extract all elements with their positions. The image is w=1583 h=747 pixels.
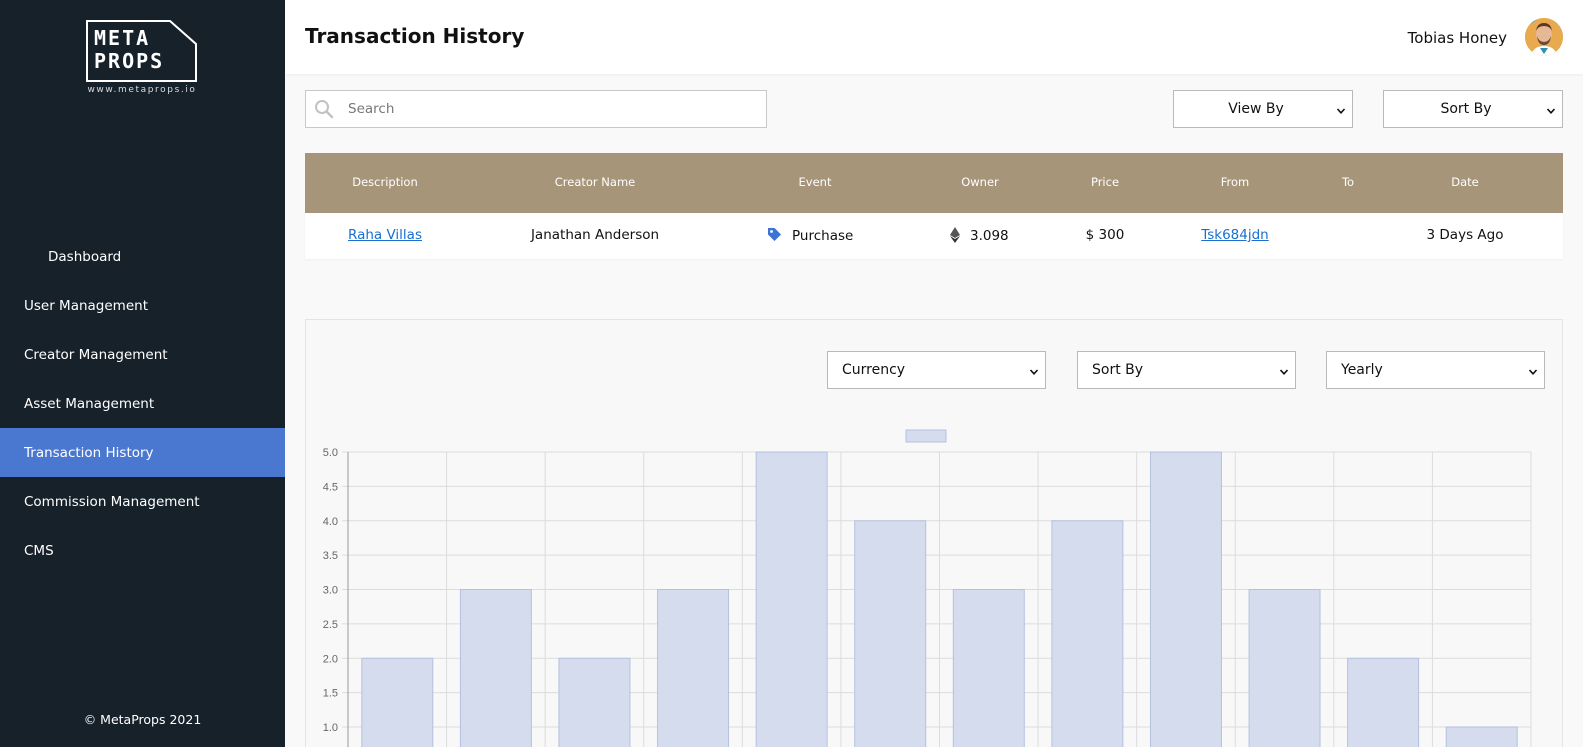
- event-label: Purchase: [792, 228, 854, 244]
- y-tick-label: 1.0: [323, 722, 338, 734]
- view-by-label: View By: [1228, 101, 1284, 117]
- chart-panel: Currency Sort By Yearly 5.0 4.5 4.0 3.5 3.0 2…: [305, 319, 1563, 747]
- bar: [1347, 657, 1420, 747]
- tag-icon: [767, 227, 782, 246]
- bar: [657, 589, 730, 747]
- copyright: © MetaProps 2021: [83, 712, 202, 727]
- column-header-description: Description: [352, 175, 418, 189]
- sidebar-item-cms[interactable]: CMS: [0, 526, 285, 575]
- y-tick-label: 4.0: [323, 516, 338, 528]
- sort-by-label: Sort By: [1440, 101, 1492, 117]
- view-by-select[interactable]: View By: [1173, 90, 1353, 128]
- chevron-down-icon: [1336, 104, 1346, 114]
- page-title: Transaction History: [305, 24, 525, 48]
- description-link[interactable]: Raha Villas: [335, 227, 435, 243]
- bar: [755, 451, 828, 747]
- y-tick-label: 4.5: [323, 481, 338, 493]
- transaction-table: Description Creator Name Event Owner Pri…: [305, 153, 1563, 259]
- y-tick-label: 3.0: [323, 585, 338, 597]
- bar: [1445, 726, 1518, 747]
- column-header-event: Event: [798, 175, 832, 189]
- search-input[interactable]: [348, 91, 758, 127]
- bar: [1149, 451, 1222, 747]
- chevron-down-icon: [1546, 104, 1556, 114]
- sidebar-item-user-management[interactable]: User Management: [0, 281, 285, 330]
- bar: [1051, 520, 1124, 747]
- sidebar-item-transaction-history[interactable]: Transaction History: [0, 428, 285, 477]
- sidebar-item-commission-management[interactable]: Commission Management: [0, 477, 285, 526]
- owner-cell: 3.098: [950, 227, 1030, 247]
- bar: [459, 589, 532, 747]
- table-row: [305, 213, 1563, 259]
- column-header-price: Price: [1090, 175, 1120, 189]
- sidebar-item-dashboard[interactable]: Dashboard: [0, 232, 285, 281]
- event-cell: Purchase: [767, 227, 887, 246]
- date-cell: 3 Days Ago: [1426, 227, 1504, 243]
- logo[interactable]: META PROPS www.metaprops.io: [86, 20, 198, 95]
- logo-url: www.metaprops.io: [87, 85, 197, 95]
- bar: [558, 657, 631, 747]
- bar: [1248, 589, 1321, 747]
- bar: [952, 589, 1025, 747]
- column-header-to: To: [1341, 175, 1355, 189]
- creator-name-cell: Janathan Anderson: [530, 227, 660, 243]
- logo-mark: META PROPS: [86, 20, 197, 82]
- search-box[interactable]: [305, 90, 767, 128]
- top-header: Transaction History Tobias Honey: [285, 0, 1583, 74]
- legend-swatch: [905, 429, 947, 443]
- y-tick-label: 5.0: [323, 447, 338, 459]
- from-link[interactable]: Tsk684jdn: [1190, 227, 1280, 243]
- column-header-owner: Owner: [961, 175, 999, 189]
- sort-by-select[interactable]: Sort By: [1383, 90, 1563, 128]
- sidebar: META PROPS www.metaprops.io Dashboard Us…: [0, 0, 285, 747]
- column-header-from: From: [1220, 175, 1250, 189]
- column-header-creator-name: Creator Name: [554, 175, 636, 189]
- price-cell: $ 300: [1085, 227, 1125, 243]
- owner-value: 3.098: [970, 228, 1009, 244]
- table-header-row: [305, 153, 1563, 213]
- sidebar-item-creator-management[interactable]: Creator Management: [0, 330, 285, 379]
- search-icon: [314, 99, 334, 119]
- bar: [854, 520, 927, 747]
- sidebar-item-asset-management[interactable]: Asset Management: [0, 379, 285, 428]
- logo-text: META PROPS: [94, 26, 165, 73]
- y-tick-label: 3.5: [323, 550, 338, 562]
- user-name[interactable]: Tobias Honey: [1408, 29, 1507, 47]
- avatar[interactable]: [1525, 18, 1563, 56]
- y-tick-label: 1.5: [323, 688, 338, 700]
- y-tick-label: 2.5: [323, 619, 338, 631]
- bar-chart: 5.0 4.5 4.0 3.5 3.0 2.5 2.0 1.5 1.0: [323, 429, 1532, 747]
- column-header-date: Date: [1451, 175, 1479, 189]
- sidebar-nav: Dashboard User Management Creator Manage…: [0, 232, 285, 575]
- bar: [361, 657, 434, 747]
- ethereum-icon: [950, 227, 960, 247]
- y-tick-label: 2.0: [323, 653, 338, 665]
